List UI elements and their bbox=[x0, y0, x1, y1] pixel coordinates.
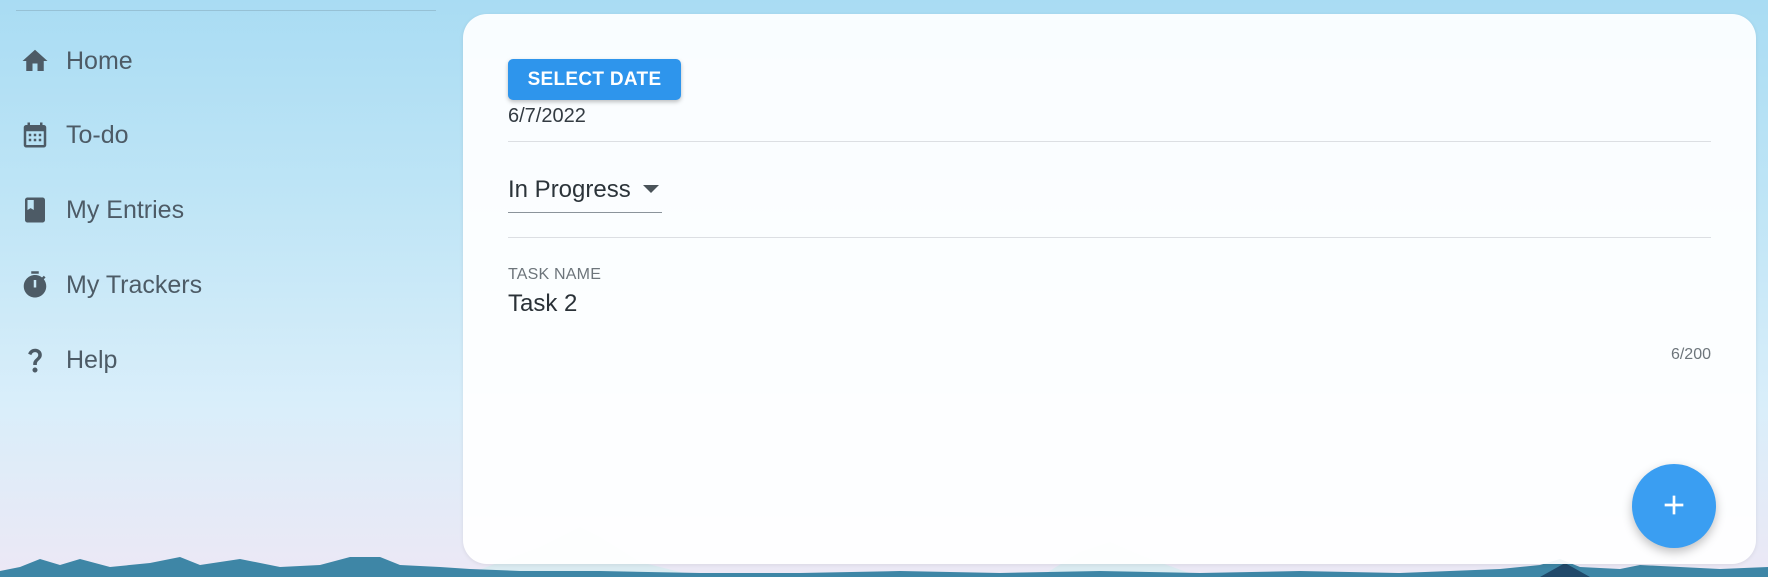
sidebar-item-my-entries[interactable]: My Entries bbox=[0, 180, 430, 240]
home-icon bbox=[18, 44, 52, 78]
add-task-button[interactable] bbox=[1632, 464, 1716, 548]
sidebar-item-label: My Trackers bbox=[66, 270, 203, 299]
character-counter: 6/200 bbox=[1670, 346, 1711, 363]
task-name-input[interactable] bbox=[508, 288, 1711, 320]
sidebar-item-my-trackers[interactable]: My Trackers bbox=[0, 255, 430, 315]
divider bbox=[508, 237, 1711, 238]
sidebar-item-label: Help bbox=[66, 345, 118, 374]
help-icon bbox=[18, 343, 52, 377]
timer-icon bbox=[18, 268, 52, 302]
sidebar: Home To-do My Entries My Trackers Help bbox=[0, 0, 440, 577]
chevron-down-icon bbox=[642, 185, 659, 193]
task-name-label: TASK NAME bbox=[508, 266, 602, 283]
sidebar-item-label: To-do bbox=[66, 120, 129, 149]
divider bbox=[508, 141, 1711, 142]
calendar-icon bbox=[18, 118, 52, 152]
sidebar-item-to-do[interactable]: To-do bbox=[0, 105, 430, 165]
sidebar-item-label: My Entries bbox=[66, 195, 185, 224]
sidebar-item-home[interactable]: Home bbox=[0, 31, 430, 91]
sidebar-divider bbox=[16, 10, 436, 11]
sidebar-item-help[interactable]: Help bbox=[0, 330, 430, 390]
sidebar-item-label: Home bbox=[66, 46, 133, 75]
book-icon bbox=[18, 193, 52, 227]
plus-icon bbox=[1658, 489, 1690, 524]
status-value: In Progress bbox=[508, 176, 631, 203]
select-date-button[interactable]: SELECT DATE bbox=[508, 59, 681, 100]
status-select[interactable]: In Progress bbox=[508, 176, 662, 213]
app-screen: Home To-do My Entries My Trackers Help S… bbox=[0, 0, 1768, 577]
task-form-card: SELECT DATE 6/7/2022 In Progress TASK NA… bbox=[463, 14, 1756, 564]
selected-date: 6/7/2022 bbox=[508, 105, 586, 127]
